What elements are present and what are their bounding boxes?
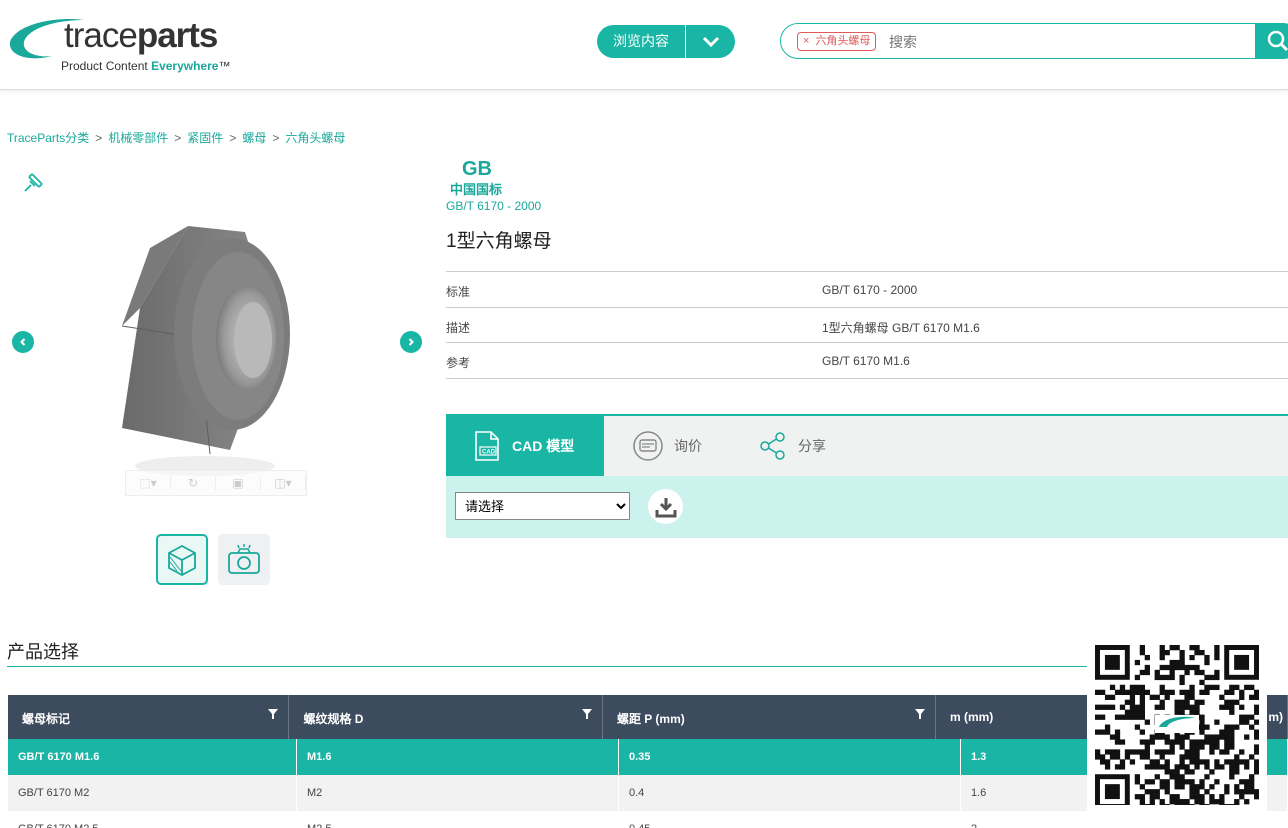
filter-icon[interactable] (268, 709, 279, 719)
table-cell: 2 (961, 811, 1288, 828)
table-cell: M1.6 (297, 739, 619, 775)
property-key: 描述 (446, 320, 471, 335)
column-header[interactable]: 螺纹规格 D (289, 695, 603, 739)
table-cell: GB/T 6170 M1.6 (8, 739, 297, 775)
pin-icon[interactable] (20, 170, 46, 201)
thumbnail-photo-view[interactable] (218, 534, 270, 585)
breadcrumb-item[interactable]: 机械零部件 (108, 131, 168, 145)
search-input[interactable] (889, 32, 1189, 52)
property-value: 1型六角螺母 GB/T 6170 M1.6 (822, 320, 980, 335)
table-cell: GB/T 6170 M2.5 (8, 811, 297, 828)
standard-reference[interactable]: GB/T 6170 - 2000 (446, 199, 541, 213)
qr-code (1087, 637, 1267, 813)
table-row[interactable]: GB/T 6170 M2.5 M2.5 0.45 2 (8, 811, 1288, 828)
hex-nut-3d-model[interactable] (110, 218, 300, 478)
search-filter-tag-label: 六角头螺母 (815, 35, 871, 47)
product-properties: 标准 GB/T 6170 - 2000 描述 1型六角螺母 GB/T 6170 … (446, 271, 1288, 379)
tab-quote-label: 询价 (674, 438, 702, 454)
breadcrumb-item[interactable]: 紧固件 (187, 131, 223, 145)
search-icon (1267, 30, 1288, 52)
browse-label: 浏览内容 (597, 25, 686, 58)
search-button[interactable] (1255, 23, 1288, 59)
chevron-down-icon[interactable] (686, 36, 735, 48)
svg-text:CAD: CAD (482, 450, 496, 456)
traceparts-logo[interactable]: traceparts Product Content Everywhere™ (6, 8, 236, 78)
standard-code: GB (462, 158, 492, 180)
tab-cad-label: CAD 模型 (512, 438, 575, 454)
table-cell: M2.5 (297, 811, 619, 828)
breadcrumb-item[interactable]: TraceParts分类 (7, 131, 89, 145)
property-row: 标准 GB/T 6170 - 2000 (446, 272, 1288, 308)
standard-name: 中国国标 (450, 182, 503, 197)
table-cell: 0.45 (619, 811, 961, 828)
property-row: 描述 1型六角螺母 GB/T 6170 M1.6 (446, 308, 1288, 343)
download-panel: 请选择 (446, 476, 1288, 538)
filter-icon[interactable] (914, 709, 925, 719)
tab-share-label: 分享 (798, 438, 826, 454)
browse-content-button[interactable]: 浏览内容 (597, 25, 735, 58)
tab-share[interactable]: 分享 (758, 416, 826, 476)
site-header: traceparts Product Content Everywhere™ 浏… (0, 0, 1288, 90)
select-tool-icon[interactable]: ⬚▾ (126, 476, 171, 490)
chevron-left-icon (20, 338, 26, 346)
close-icon[interactable]: × (803, 35, 809, 47)
explode-icon[interactable]: ▣ (216, 476, 261, 490)
next-image-button[interactable] (400, 331, 422, 353)
cube-icon (168, 544, 196, 576)
rotate-icon[interactable]: ↻ (171, 476, 216, 490)
cad-file-icon: CAD (475, 431, 499, 461)
property-key: 标准 (446, 285, 471, 299)
search-filter-tag[interactable]: × 六角头螺母 (797, 32, 877, 51)
camera-icon (228, 543, 260, 574)
download-icon (655, 497, 676, 517)
chevron-right-icon (408, 338, 414, 346)
tab-cad-model[interactable]: CAD CAD 模型 (446, 416, 604, 476)
property-row: 参考 GB/T 6170 M1.6 (446, 343, 1288, 379)
column-header[interactable]: 螺距 P (mm) (603, 695, 936, 739)
viewer-toolbar: ⬚▾ ↻ ▣ ◫▾ (125, 470, 307, 496)
column-header[interactable]: 螺母标记 (8, 695, 290, 739)
product-title: 1型六角螺母 (446, 231, 552, 252)
property-key: 参考 (446, 356, 471, 370)
action-tabs: CAD CAD 模型 询价 分享 (446, 414, 1288, 476)
breadcrumb-item[interactable]: 螺母 (242, 131, 266, 145)
product-selection-title: 产品选择 (7, 642, 79, 662)
view-mode-icon[interactable]: ◫▾ (261, 476, 306, 490)
property-value: GB/T 6170 M1.6 (822, 354, 910, 368)
search-bar: × 六角头螺母 (780, 23, 1288, 59)
thumbnail-3d-view[interactable] (156, 534, 208, 585)
filter-icon[interactable] (581, 709, 592, 719)
logo-wordmark: traceparts (64, 16, 218, 55)
qr-code-icon (1095, 645, 1260, 810)
breadcrumb: TraceParts分类 > 机械零部件 > 紧固件 > 螺母 > 六角头螺母 (7, 131, 346, 145)
section-divider (7, 666, 1267, 667)
breadcrumb-item[interactable]: 六角头螺母 (285, 131, 345, 145)
previous-image-button[interactable] (12, 331, 34, 353)
table-cell: 0.4 (619, 775, 961, 811)
table-cell: 0.35 (619, 739, 961, 775)
cad-format-select[interactable]: 请选择 (455, 492, 630, 520)
table-cell: GB/T 6170 M2 (8, 775, 297, 811)
tab-quote[interactable]: 询价 (632, 416, 702, 476)
property-value: GB/T 6170 - 2000 (822, 283, 918, 297)
table-cell: M2 (297, 775, 619, 811)
download-button[interactable] (648, 489, 683, 524)
quote-icon (633, 431, 663, 461)
share-icon (760, 432, 785, 460)
logo-tagline: Product Content Everywhere™ (61, 59, 231, 73)
